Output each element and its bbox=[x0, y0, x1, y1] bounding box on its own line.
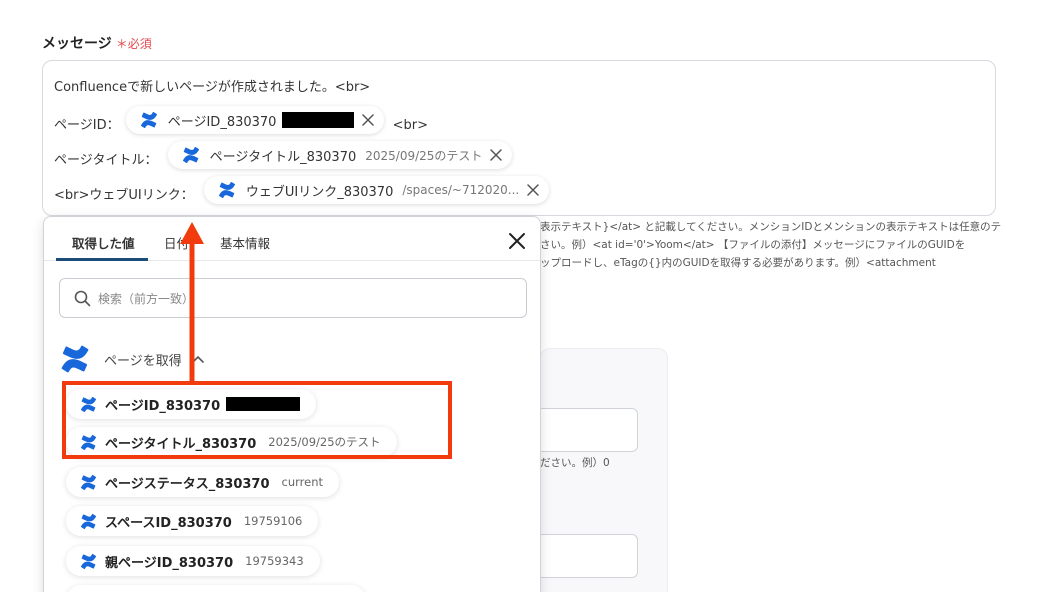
page-id-variable-pill[interactable]: ページID_830370 bbox=[125, 106, 385, 134]
search-box bbox=[59, 278, 527, 318]
item-value: 19759106 bbox=[243, 514, 303, 528]
required-text: 必須 bbox=[127, 37, 152, 51]
background-input[interactable] bbox=[540, 534, 638, 578]
remove-pill-icon[interactable] bbox=[490, 149, 502, 161]
field-help-text: 表示テキスト}</at> と記載してください。メンションIDとメンションの表示テ… bbox=[540, 218, 1010, 272]
confluence-icon bbox=[80, 474, 97, 491]
web-ui-link-pill-value: /spaces/~712020... bbox=[402, 183, 520, 197]
help-line-1: 表示テキスト}</at> と記載してください。メンションIDとメンションの表示テ… bbox=[540, 221, 1002, 233]
page-title-pill-value: 2025/09/25のテスト bbox=[365, 148, 483, 163]
help-line-2: さい。例）<at id='0'>Yoom</at> 【ファイルの添付】メッセージ… bbox=[540, 239, 966, 251]
annotation-arrow bbox=[180, 222, 204, 382]
message-textarea[interactable]: Confluenceで新しいページが作成されました。<br> ページID： ペー… bbox=[42, 60, 996, 216]
message-field-label: メッセージ ＊必須 bbox=[42, 33, 152, 53]
tab-basic-info[interactable]: 基本情報 bbox=[220, 233, 270, 252]
help-line-3: ップロードし、eTagの{}内のGUIDを取得する必要があります。例）<atta… bbox=[540, 257, 936, 269]
required-mark: ＊ bbox=[115, 37, 128, 51]
remove-pill-icon[interactable] bbox=[362, 114, 374, 126]
message-line-3: ページタイトル： ページタイトル_830370 2025/09/25のテスト bbox=[54, 141, 513, 169]
confluence-icon bbox=[140, 111, 158, 129]
message-line-2: ページID： ページID_830370 <br> bbox=[54, 106, 428, 134]
list-item-parent-page-id[interactable]: 親ページID_830370 19759343 bbox=[66, 546, 320, 576]
message-line-4: <br>ウェブUIリンク： ウェブUIリンク_830370 /spaces/~7… bbox=[54, 176, 550, 204]
web-ui-link-pill-label: ウェブUIリンク_830370 bbox=[245, 184, 394, 200]
page-id-prefix: ページID： bbox=[54, 118, 120, 133]
confluence-icon bbox=[218, 181, 236, 199]
remove-pill-icon[interactable] bbox=[527, 184, 539, 196]
required-indicator: ＊必須 bbox=[116, 37, 152, 51]
message-line-1: Confluenceで新しいページが作成されました。<br> bbox=[54, 80, 371, 95]
list-item-page-status[interactable]: ページステータス_830370 current bbox=[66, 467, 340, 497]
item-name: 親ページID_830370 bbox=[105, 555, 234, 571]
confluence-icon bbox=[80, 513, 97, 530]
background-help-snippet: ださい。例）0 bbox=[540, 457, 610, 469]
item-name: ページステータス_830370 bbox=[105, 476, 270, 492]
page-title-prefix: ページタイトル： bbox=[54, 153, 158, 168]
highlight-box bbox=[62, 381, 452, 459]
group-title: ページを取得 bbox=[104, 353, 182, 369]
page-id-suffix: <br> bbox=[392, 118, 428, 133]
list-item-space-id[interactable]: スペースID_830370 19759106 bbox=[66, 506, 319, 536]
active-tab-indicator bbox=[56, 258, 148, 261]
redacted-block bbox=[282, 112, 355, 128]
message-label-text: メッセージ bbox=[42, 36, 112, 52]
item-name: スペースID_830370 bbox=[105, 515, 232, 531]
tab-retrieved-values[interactable]: 取得した値 bbox=[72, 233, 135, 252]
web-ui-link-prefix: <br>ウェブUIリンク： bbox=[54, 188, 194, 203]
confluence-icon bbox=[60, 344, 90, 374]
search-input[interactable] bbox=[98, 289, 498, 309]
confluence-icon bbox=[80, 553, 97, 570]
list-item-partial[interactable] bbox=[66, 585, 366, 592]
search-icon bbox=[74, 290, 91, 307]
page-title-variable-pill[interactable]: ページタイトル_830370 2025/09/25のテスト bbox=[167, 141, 513, 169]
picker-tabs: 取得した値 日付 基本情報 bbox=[44, 217, 540, 261]
item-value: current bbox=[281, 475, 324, 489]
web-ui-link-variable-pill[interactable]: ウェブUIリンク_830370 /spaces/~712020... bbox=[203, 176, 550, 204]
item-value: 19759343 bbox=[245, 554, 304, 568]
close-icon[interactable] bbox=[508, 232, 526, 250]
background-input[interactable] bbox=[540, 408, 638, 452]
confluence-icon bbox=[182, 146, 200, 164]
page-title-pill-label: ページタイトル_830370 bbox=[209, 149, 357, 165]
page-id-pill-label: ページID_830370 bbox=[167, 114, 277, 130]
